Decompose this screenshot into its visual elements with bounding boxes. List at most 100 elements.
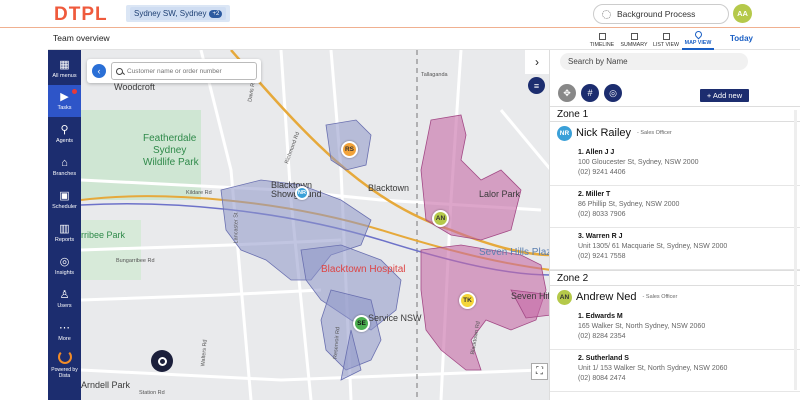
panel-scrollbar[interactable] <box>794 110 797 390</box>
zone-header: Zone 2 <box>550 270 800 286</box>
radius-tool-button[interactable]: ◎ <box>604 84 622 102</box>
cluster-icon: ✥ <box>563 87 571 98</box>
agent-pin-tk[interactable]: TK <box>459 292 476 309</box>
agent-pin-nr[interactable]: NR <box>295 186 309 200</box>
timeline-icon <box>598 33 606 40</box>
sidebar-item-label: More <box>58 336 71 342</box>
view-list-button[interactable]: LIST VIEW <box>650 29 682 50</box>
customer-phone: (02) 8284 2354 <box>578 333 626 340</box>
map-label-blacktown-hospital: Blacktown Hospital <box>321 264 406 275</box>
view-timeline-label: TIMELINE <box>589 42 615 48</box>
background-process-label: Background Process <box>617 9 696 19</box>
street-label: Bungarribee Rd <box>116 258 155 264</box>
sidebar-item-scheduler[interactable]: ▣ Scheduler <box>48 184 81 216</box>
sidebar-item-tasks[interactable]: ▶ Tasks <box>48 85 81 117</box>
map-search-input[interactable] <box>127 67 252 75</box>
officer-row[interactable]: AN Andrew Ned - Sales Officer <box>550 286 800 308</box>
zone-1-polygons <box>220 119 402 381</box>
lens-icon <box>157 356 167 366</box>
fullscreen-button[interactable]: ⛶ <box>531 363 548 380</box>
location-chip[interactable]: Sydney SW, Sydney +2 <box>130 7 227 20</box>
customer-item[interactable]: 3. Warren R J Unit 1305/ 61 Macquarie St… <box>550 228 800 270</box>
customer-item[interactable]: 2. Miller T 86 Phillip St, Sydney, NSW 2… <box>550 186 800 228</box>
today-button[interactable]: Today <box>730 34 753 43</box>
user-avatar[interactable]: AA <box>733 4 752 23</box>
background-process-button[interactable]: Background Process <box>593 4 729 24</box>
officer-avatar: AN <box>557 289 572 305</box>
cluster-tool-button[interactable]: ✥ <box>558 84 576 102</box>
map-label-sydney: Sydney <box>153 145 187 156</box>
sidebar-item-agents[interactable]: ⚲ Agents <box>48 118 81 150</box>
store-icon: ⌂ <box>61 157 68 169</box>
map-label-service-nsw: Service NSW <box>368 313 422 323</box>
map-layers-button[interactable]: ≡ <box>528 77 545 94</box>
map-label-lalor-park: Lalor Park <box>479 189 521 199</box>
notification-dot <box>72 89 77 94</box>
radius-icon: ◎ <box>609 87 617 98</box>
location-selector[interactable]: Sydney SW, Sydney +2 <box>126 5 231 22</box>
app-logo[interactable]: DTPL <box>54 4 108 26</box>
chevron-right-icon: › <box>535 55 539 69</box>
location-chip-label: Sydney SW, Sydney <box>134 9 207 18</box>
dista-logo-icon <box>57 350 72 364</box>
customer-item[interactable]: 2. Sutherland S Unit 1/ 153 Walker St, N… <box>550 350 800 392</box>
sidebar-item-reports[interactable]: ▥ Reports <box>48 217 81 249</box>
person-walk-icon: ⚲ <box>60 124 69 136</box>
sub-header: Team overview TIMELINE SUMMARY LIST VIEW… <box>48 29 800 50</box>
agent-pin-label: SE <box>357 320 366 327</box>
spinner-icon <box>602 9 611 19</box>
back-button[interactable]: ‹ <box>92 64 106 78</box>
officer-row[interactable]: NR Nick Railey - Sales Officer <box>550 122 800 144</box>
view-map-button[interactable]: MAP VIEW <box>682 29 714 50</box>
customer-phone: (02) 9241 4406 <box>578 169 626 176</box>
bar-chart-icon: ▥ <box>59 223 70 235</box>
agent-pin-se[interactable]: SE <box>353 315 370 332</box>
fullscreen-icon: ⛶ <box>536 366 543 377</box>
sidebar-item-more[interactable]: ⋯ More <box>48 316 81 348</box>
sidebar-item-label: Scheduler <box>52 204 77 210</box>
panel-search-input[interactable]: Search by Name <box>560 53 748 70</box>
officer-role: - Sales Officer <box>642 294 678 300</box>
sidebar-item-label: Tasks <box>57 105 72 111</box>
sidebar-item-insights[interactable]: ◎ Insights <box>48 250 81 282</box>
street-label: Tallaganda <box>421 72 448 78</box>
agent-pin-an[interactable]: AN <box>432 210 449 227</box>
page-title: Team overview <box>53 33 110 43</box>
hashtag-icon: # <box>587 88 593 98</box>
customer-address: 165 Walker St, North Sydney, NSW 2060 <box>578 323 706 330</box>
map-label-arndell-park: Arndell Park <box>81 380 131 390</box>
customer-name: 3. Warren R J <box>578 233 623 240</box>
search-icon <box>116 67 123 75</box>
grid-icon: ▦ <box>59 59 70 71</box>
view-switcher: TIMELINE SUMMARY LIST VIEW MAP VIEW <box>586 29 714 50</box>
list-icon <box>662 33 670 40</box>
agent-pin-label: NR <box>298 190 306 196</box>
customer-name: 2. Sutherland S <box>578 355 629 362</box>
menu-icon: ≡ <box>533 80 540 91</box>
agent-pin-label: RS <box>344 146 355 153</box>
officer-avatar: NR <box>557 125 572 141</box>
map-search-bar: ‹ <box>87 59 261 83</box>
collapse-panel-button[interactable]: › <box>525 50 549 74</box>
agent-pin-label: TK <box>463 297 472 304</box>
view-map-label: MAP VIEW <box>684 40 712 46</box>
zone-header: Zone 1 <box>550 106 800 122</box>
street-label: Station Rd <box>139 390 165 396</box>
summary-icon <box>630 33 638 40</box>
add-new-button[interactable]: + Add new <box>700 89 749 102</box>
grid-tool-button[interactable]: # <box>581 84 599 102</box>
sidebar-item-users[interactable]: ♙ Users <box>48 283 81 315</box>
agent-pin-rs[interactable]: RS <box>341 141 358 158</box>
map-search-field[interactable] <box>111 62 257 80</box>
view-summary-button[interactable]: SUMMARY <box>618 29 650 50</box>
customer-item[interactable]: 1. Allen J J 100 Gloucester St, Sydney, … <box>550 144 800 186</box>
arrow-left-icon: ‹ <box>97 66 101 76</box>
map-search-lens-button[interactable] <box>151 350 173 372</box>
sidebar-item-branches[interactable]: ⌂ Branches <box>48 151 81 183</box>
customer-item[interactable]: 1. Edwards M 165 Walker St, North Sydney… <box>550 308 800 350</box>
customer-address: 100 Gloucester St, Sydney, NSW 2000 <box>578 159 699 166</box>
sidebar-item-all-menus[interactable]: ▦ All menus <box>48 53 81 85</box>
view-timeline-button[interactable]: TIMELINE <box>586 29 618 50</box>
sidebar-item-label: Reports <box>54 237 75 243</box>
sidebar-item-label: Users <box>57 303 72 309</box>
